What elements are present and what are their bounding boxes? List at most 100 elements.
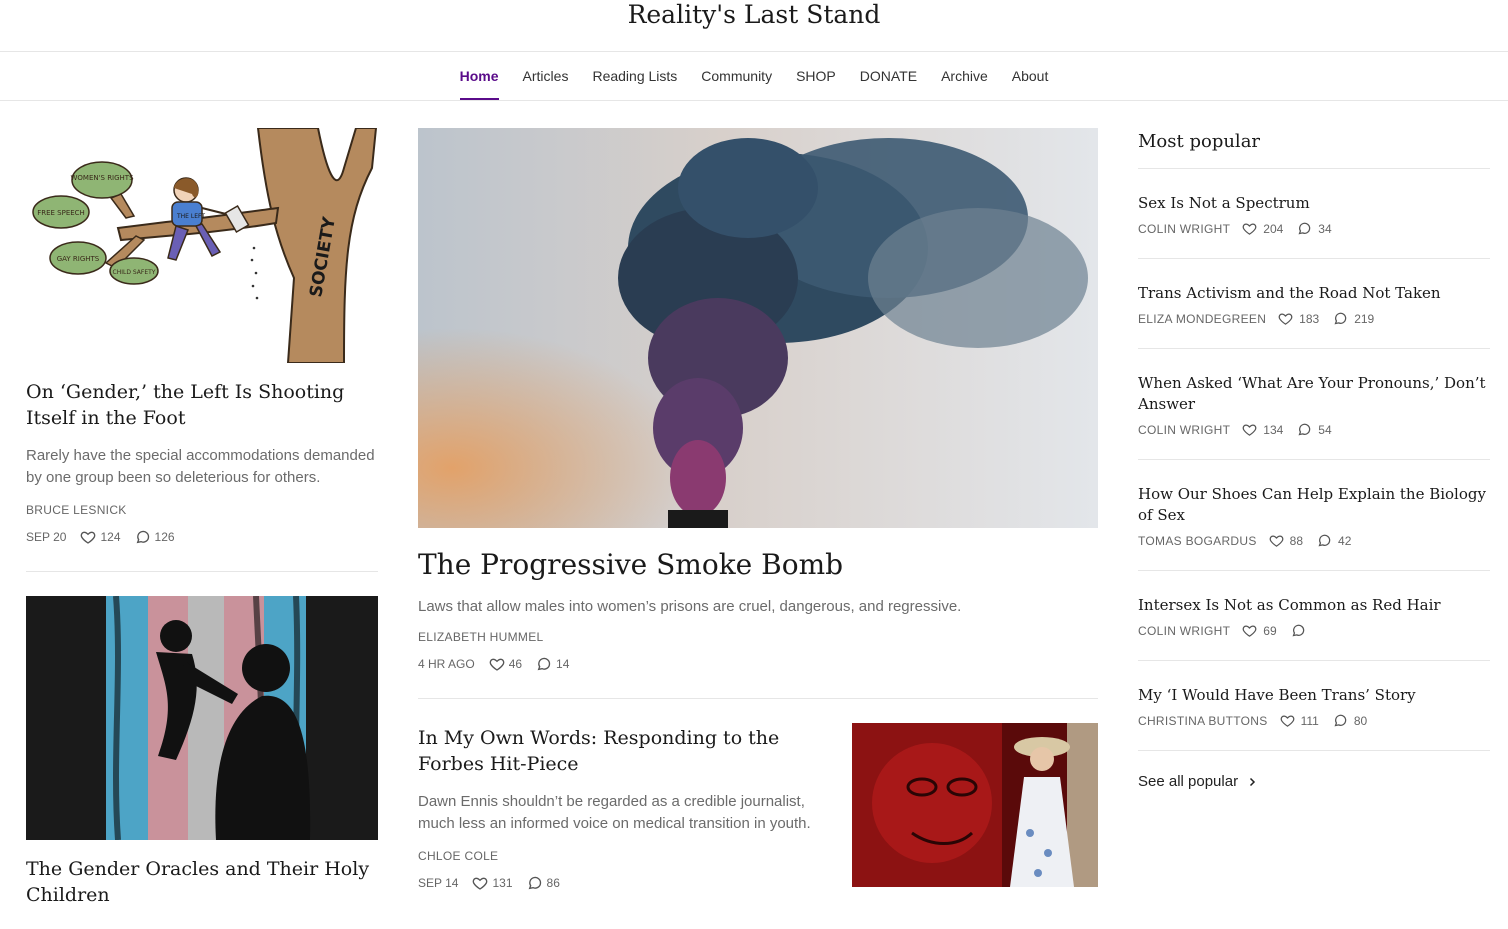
comment-icon[interactable] [1297,221,1312,236]
comment-button[interactable]: 126 [135,529,175,545]
popular-item[interactable]: Intersex Is Not as Common as Red Hair CO… [1138,570,1490,660]
comment-count: 219 [1354,311,1375,326]
heart-icon[interactable] [1280,713,1295,728]
popular-item-author[interactable]: COLIN WRIGHT [1138,624,1230,638]
divider [26,571,378,572]
heart-icon[interactable] [1278,311,1293,326]
article-title[interactable]: In My Own Words: Responding to the Forbe… [418,725,828,777]
gay-rights-label: GAY RIGHTS [57,255,100,263]
popular-item-author[interactable]: CHRISTINA BUTTONS [1138,714,1268,728]
nav-about[interactable]: About [1000,52,1061,100]
comment-count: 54 [1318,422,1332,437]
featured-subtitle: Laws that allow males into women’s priso… [418,598,962,615]
popular-item-meta: ELIZA MONDEGREEN 183 219 [1138,311,1490,326]
smoke-bomb-image[interactable] [418,128,1098,528]
article-card[interactable]: In My Own Words: Responding to the Forbe… [418,723,1098,891]
site-header: Reality's Last Stand [0,0,1508,52]
heart-icon[interactable] [1242,221,1257,236]
popular-item-title[interactable]: Trans Activism and the Road Not Taken [1138,283,1490,304]
main-nav: Home Articles Reading Lists Community SH… [0,52,1508,101]
comment-count: 14 [556,657,570,671]
heart-icon[interactable] [1242,623,1257,638]
popular-item-author[interactable]: COLIN WRIGHT [1138,423,1230,437]
left-column: WOMEN'S RIGHTS FREE SPEECH GAY RIGHTS CH… [26,128,378,908]
silhouette-image[interactable] [26,596,378,840]
like-count: 69 [1263,623,1277,638]
comment-count: 86 [546,876,560,890]
comment-icon[interactable] [1297,422,1312,437]
comment-button[interactable]: 86 [527,875,560,891]
comment-icon[interactable] [1291,623,1306,638]
popular-item-title[interactable]: How Our Shoes Can Help Explain the Biolo… [1138,484,1490,526]
like-count: 124 [100,530,121,544]
popular-item-meta: COLIN WRIGHT 69 [1138,623,1490,638]
comment-count: 34 [1318,221,1332,236]
article-author[interactable]: BRUCE LESNICK [26,503,378,517]
article-title[interactable]: The Gender Oracles and Their Holy Childr… [26,856,378,908]
nav-donate[interactable]: DONATE [848,52,929,100]
nav-home[interactable]: Home [448,52,511,100]
popular-item-author[interactable]: ELIZA MONDEGREEN [1138,312,1266,326]
like-count: 204 [1263,221,1284,236]
popular-item-author[interactable]: TOMAS BOGARDUS [1138,534,1257,548]
popular-item-author[interactable]: COLIN WRIGHT [1138,222,1230,236]
like-button[interactable]: 131 [472,875,513,891]
article-text: In My Own Words: Responding to the Forbe… [418,723,828,891]
comment-icon[interactable] [1333,311,1348,326]
popular-item[interactable]: Sex Is Not a Spectrum COLIN WRIGHT 204 3… [1138,168,1490,258]
heart-icon[interactable] [1242,422,1257,437]
nav-archive[interactable]: Archive [929,52,1000,100]
free-speech-label: FREE SPEECH [37,209,85,217]
comment-button[interactable]: 14 [536,656,569,672]
see-all-popular-link[interactable]: See all popular [1138,750,1490,790]
comment-icon[interactable] [1317,533,1332,548]
popular-item-meta: CHRISTINA BUTTONS 111 80 [1138,713,1490,728]
article-date: SEP 14 [418,876,459,890]
heart-icon[interactable] [1269,533,1284,548]
nav-reading-lists[interactable]: Reading Lists [580,52,689,100]
popular-item[interactable]: My ‘I Would Have Been Trans’ Story CHRIS… [1138,660,1490,750]
tree-cartoon-image[interactable]: WOMEN'S RIGHTS FREE SPEECH GAY RIGHTS CH… [26,128,378,363]
featured-meta: 4 HR AGO 46 14 [418,656,1098,672]
comment-icon [136,530,149,544]
popular-heading: Most popular [1138,131,1261,152]
see-all-label: See all popular [1138,773,1239,790]
article-card[interactable]: WOMEN'S RIGHTS FREE SPEECH GAY RIGHTS CH… [26,128,378,545]
popular-item[interactable]: When Asked ‘What Are Your Pronouns,’ Don… [1138,348,1490,459]
popular-item[interactable]: Trans Activism and the Road Not Taken EL… [1138,258,1490,348]
like-count: 183 [1299,311,1320,326]
heart-icon [489,658,505,671]
site-title[interactable]: Reality's Last Stand [0,0,1508,30]
like-count: 88 [1289,533,1304,548]
article-author[interactable]: CHLOE COLE [418,849,828,863]
nav-shop[interactable]: SHOP [784,52,848,100]
like-count: 134 [1263,422,1284,437]
nav-community[interactable]: Community [689,52,784,100]
comment-count: 42 [1338,533,1352,548]
the-left-label: THE LEFT [176,213,205,220]
article-card[interactable]: The Gender Oracles and Their Holy Childr… [26,596,378,908]
article-subtitle: Rarely have the special accommodations d… [26,447,375,486]
popular-item-title[interactable]: When Asked ‘What Are Your Pronouns,’ Don… [1138,373,1490,415]
divider [418,698,1098,699]
popular-item-title[interactable]: Intersex Is Not as Common as Red Hair [1138,595,1490,616]
comment-icon[interactable] [1333,713,1348,728]
popular-item-meta: COLIN WRIGHT 134 54 [1138,422,1490,437]
like-button[interactable]: 124 [80,529,121,545]
comment-count: 126 [154,530,175,544]
featured-author[interactable]: ELIZABETH HUMMEL [418,630,1098,644]
comment-icon [528,876,541,890]
popular-sidebar: Most popular Sex Is Not a Spectrum COLIN… [1138,128,1490,790]
womens-rights-label: WOMEN'S RIGHTS [70,174,134,182]
featured-article[interactable]: The Progressive Smoke Bomb Laws that all… [418,128,1098,672]
popular-item[interactable]: How Our Shoes Can Help Explain the Biolo… [1138,459,1490,570]
article-thumbnail[interactable] [852,723,1098,887]
nav-articles[interactable]: Articles [511,52,581,100]
page-body: WOMEN'S RIGHTS FREE SPEECH GAY RIGHTS CH… [0,101,1508,929]
featured-title[interactable]: The Progressive Smoke Bomb [418,548,1098,582]
popular-item-title[interactable]: Sex Is Not a Spectrum [1138,193,1490,214]
article-subtitle: Dawn Ennis shouldn’t be regarded as a cr… [418,793,811,832]
popular-item-title[interactable]: My ‘I Would Have Been Trans’ Story [1138,685,1490,706]
like-button[interactable]: 46 [489,656,522,672]
article-title[interactable]: On ‘Gender,’ the Left Is Shooting Itself… [26,379,378,431]
